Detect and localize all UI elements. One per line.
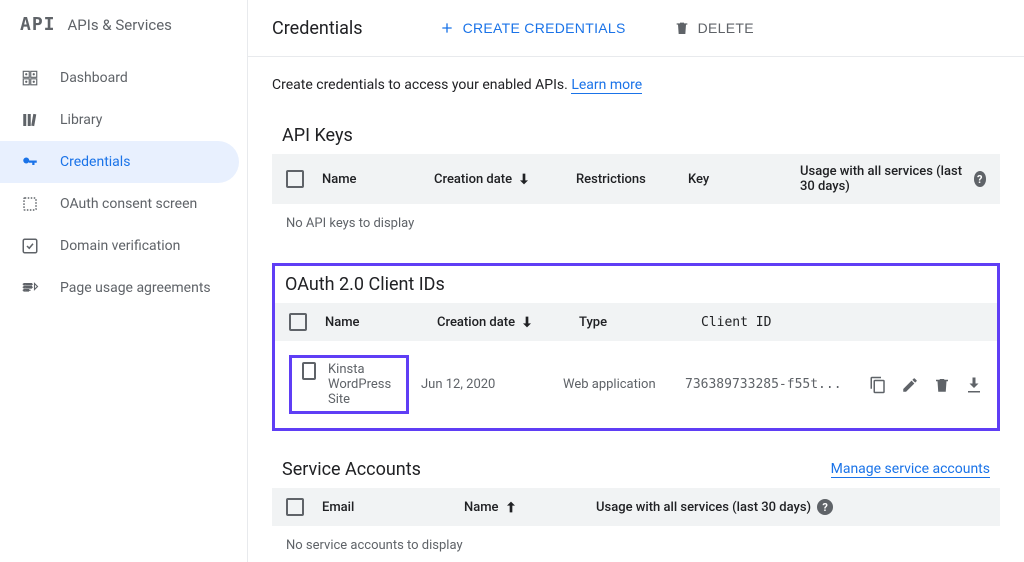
dashboard-icon bbox=[20, 68, 40, 88]
api-keys-table-header: Name Creation date Restrictions Key Usag… bbox=[272, 154, 1000, 204]
download-icon[interactable] bbox=[965, 376, 983, 394]
service-accounts-table-header: Email Name Usage with all services (last… bbox=[272, 488, 1000, 526]
sidebar-item-credentials[interactable]: Credentials bbox=[0, 141, 239, 183]
sidebar-nav: Dashboard Library Credentials OAuth cons… bbox=[0, 49, 247, 309]
arrow-down-icon bbox=[519, 314, 535, 330]
main-header: Credentials CREATE CREDENTIALS DELETE bbox=[248, 0, 1024, 57]
help-icon[interactable]: ? bbox=[974, 171, 986, 187]
content-area: Create credentials to access your enable… bbox=[248, 57, 1024, 562]
api-logo: API bbox=[20, 14, 56, 35]
check-icon bbox=[20, 236, 40, 256]
sidebar-item-library[interactable]: Library bbox=[0, 99, 247, 141]
delete-icon[interactable] bbox=[933, 376, 951, 394]
sidebar-header: API APIs & Services bbox=[0, 0, 247, 49]
agreements-icon bbox=[20, 278, 40, 298]
col-date[interactable]: Creation date bbox=[434, 171, 564, 187]
col-key[interactable]: Key bbox=[688, 172, 788, 187]
create-credentials-button[interactable]: CREATE CREDENTIALS bbox=[427, 12, 638, 44]
col-date[interactable]: Creation date bbox=[437, 314, 567, 330]
row-checkbox[interactable] bbox=[302, 362, 316, 380]
table-row: Kinsta WordPress Site Jun 12, 2020 Web a… bbox=[275, 341, 997, 428]
col-usage[interactable]: Usage with all services (last 30 days) ? bbox=[800, 164, 986, 194]
select-all-checkbox[interactable] bbox=[286, 170, 304, 188]
service-accounts-empty: No service accounts to display bbox=[272, 526, 1000, 562]
sidebar-item-dashboard[interactable]: Dashboard bbox=[0, 57, 247, 99]
sidebar-item-oauth-consent[interactable]: OAuth consent screen bbox=[0, 183, 247, 225]
trash-icon bbox=[674, 20, 690, 36]
sidebar-item-domain-verification[interactable]: Domain verification bbox=[0, 225, 247, 267]
sidebar-item-label: Credentials bbox=[60, 154, 130, 170]
oauth-section: OAuth 2.0 Client IDs Name Creation date … bbox=[272, 263, 1000, 431]
arrow-up-icon bbox=[503, 499, 519, 515]
sidebar-item-label: OAuth consent screen bbox=[60, 196, 197, 212]
col-type[interactable]: Type bbox=[579, 315, 689, 330]
col-usage[interactable]: Usage with all services (last 30 days) ? bbox=[596, 499, 986, 515]
sidebar-title: APIs & Services bbox=[68, 16, 172, 34]
page-title: Credentials bbox=[272, 18, 363, 39]
sidebar-item-label: Dashboard bbox=[60, 70, 128, 86]
consent-icon bbox=[20, 194, 40, 214]
manage-service-accounts-link[interactable]: Manage service accounts bbox=[831, 461, 990, 478]
api-keys-empty: No API keys to display bbox=[272, 204, 1000, 243]
col-email[interactable]: Email bbox=[322, 500, 452, 515]
edit-icon[interactable] bbox=[901, 376, 919, 394]
create-label: CREATE CREDENTIALS bbox=[463, 20, 626, 36]
sidebar: API APIs & Services Dashboard Library bbox=[0, 0, 248, 562]
main-content: Credentials CREATE CREDENTIALS DELETE Cr… bbox=[248, 0, 1024, 562]
api-keys-title: API Keys bbox=[282, 125, 990, 146]
col-restrictions[interactable]: Restrictions bbox=[576, 172, 676, 187]
key-icon bbox=[20, 152, 40, 172]
service-accounts-section: Service Accounts Manage service accounts… bbox=[272, 451, 1000, 562]
service-accounts-title: Service Accounts bbox=[282, 459, 421, 480]
plus-icon bbox=[439, 20, 455, 36]
select-all-checkbox[interactable] bbox=[286, 498, 304, 516]
oauth-client-id: 736389733285-f55t... bbox=[685, 377, 857, 392]
sidebar-item-label: Page usage agreements bbox=[60, 280, 211, 296]
sidebar-item-label: Library bbox=[60, 112, 102, 128]
intro-text: Create credentials to access your enable… bbox=[272, 77, 1000, 93]
api-keys-section: API Keys Name Creation date Restrictions… bbox=[272, 117, 1000, 243]
col-name[interactable]: Name bbox=[325, 315, 425, 330]
arrow-down-icon bbox=[516, 171, 532, 187]
oauth-client-date: Jun 12, 2020 bbox=[421, 377, 551, 392]
library-icon bbox=[20, 110, 40, 130]
delete-button[interactable]: DELETE bbox=[662, 12, 766, 44]
copy-icon[interactable] bbox=[869, 376, 887, 394]
sidebar-item-label: Domain verification bbox=[60, 238, 180, 254]
delete-label: DELETE bbox=[698, 20, 754, 36]
help-icon[interactable]: ? bbox=[817, 499, 833, 515]
oauth-client-type: Web application bbox=[563, 377, 673, 392]
learn-more-link[interactable]: Learn more bbox=[571, 77, 642, 94]
sidebar-item-page-usage[interactable]: Page usage agreements bbox=[0, 267, 247, 309]
oauth-table-header: Name Creation date Type Client ID bbox=[275, 303, 997, 341]
select-all-checkbox[interactable] bbox=[289, 313, 307, 331]
oauth-title: OAuth 2.0 Client IDs bbox=[285, 274, 987, 295]
col-name[interactable]: Name bbox=[464, 499, 584, 515]
oauth-client-name[interactable]: Kinsta WordPress Site bbox=[328, 358, 406, 411]
col-name[interactable]: Name bbox=[322, 172, 422, 187]
col-clientid[interactable]: Client ID bbox=[701, 315, 983, 330]
intro-message: Create credentials to access your enable… bbox=[272, 77, 571, 93]
